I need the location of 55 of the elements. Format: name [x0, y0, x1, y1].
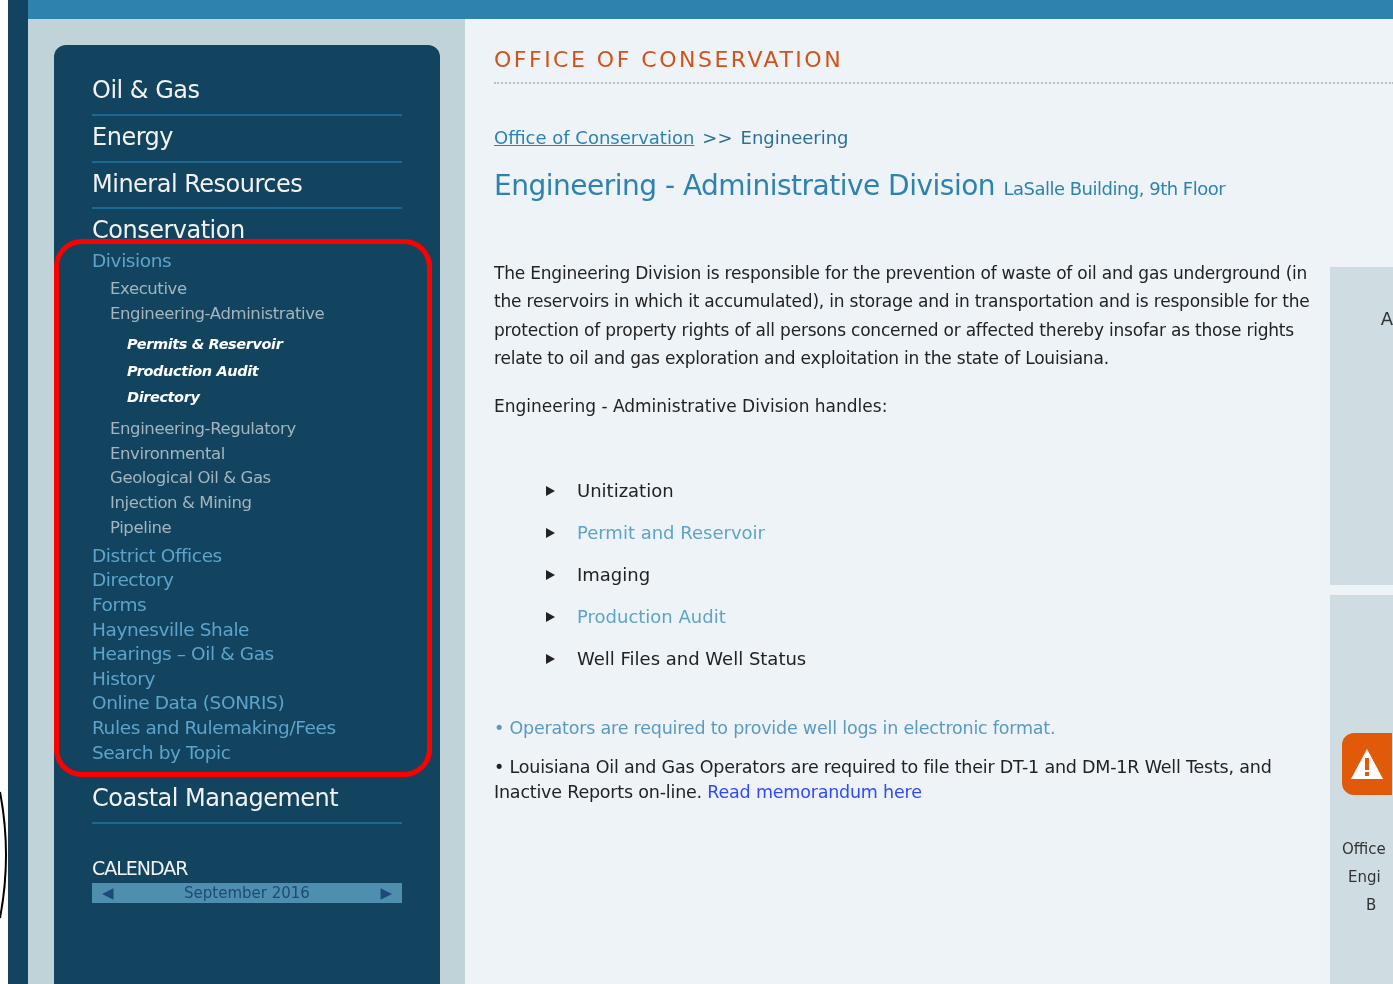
sidebar-sublink[interactable]: Engineering-Regulatory: [92, 416, 402, 442]
bullet-icon: [546, 485, 555, 496]
calendar-title: CALENDAR: [92, 856, 189, 881]
sidebar-subsublink[interactable]: Permits & Reservoir: [92, 331, 402, 358]
sidebar-link[interactable]: Rules and Rulemaking/Fees: [92, 716, 402, 741]
sidebar-sublink[interactable]: Geological Oil & Gas: [92, 466, 402, 492]
calendar-month: September 2016: [184, 882, 310, 903]
sidebar-section-link[interactable]: Oil & Gas: [92, 69, 402, 116]
panel-text: Office: [1342, 839, 1387, 860]
sidebar-link[interactable]: Divisions: [92, 249, 402, 274]
page-heading: Engineering - Administrative Division: [494, 169, 996, 202]
sidebar-sublink[interactable]: Engineering-Administrative: [92, 301, 402, 327]
memorandum-link[interactable]: Read memorandum here: [707, 781, 922, 802]
breadcrumb-separator: >>: [702, 126, 733, 150]
handles-item: Well Files and Well Status: [577, 647, 807, 672]
sidebar-subsublink[interactable]: Directory: [92, 384, 402, 411]
prev-month-button[interactable]: ◀: [102, 882, 114, 903]
sidebar-link[interactable]: Forms: [92, 593, 402, 618]
sidebar-sublink[interactable]: Pipeline: [92, 516, 402, 541]
bullet-icon: [546, 611, 555, 622]
handles-link[interactable]: Production Audit: [577, 603, 726, 631]
handles-item: Imaging: [577, 563, 651, 588]
notice-link[interactable]: • Operators are required to provide well logs in electronic format.: [494, 715, 1320, 741]
bullet-icon: [546, 527, 555, 538]
sidebar-link[interactable]: Search by Topic: [92, 740, 402, 766]
sidebar-link[interactable]: Hearings – Oil & Gas: [92, 642, 402, 667]
bullet-icon: [546, 569, 555, 580]
panel-text: A: [1380, 308, 1393, 329]
sidebar-link[interactable]: Haynesville Shale: [92, 617, 402, 643]
sidebar-sublink[interactable]: Executive: [92, 276, 402, 302]
sidebar-link[interactable]: History: [92, 666, 402, 692]
handles-link[interactable]: Permit and Reservoir: [577, 519, 765, 547]
location-text: LaSalle Building, 9th Floor: [1003, 178, 1226, 199]
handles-title: Engineering - Administrative Division handles:: [494, 395, 889, 419]
sidebar-link[interactable]: District Offices: [92, 543, 402, 569]
breadcrumb-current: Engineering: [740, 126, 849, 150]
sidebar-link[interactable]: Online Data (SONRIS): [92, 691, 402, 716]
handles-item: Unitization: [577, 479, 674, 504]
warning-icon: [1342, 733, 1392, 795]
next-month-button[interactable]: ▶: [380, 882, 392, 903]
notice-text: • Louisiana Oil and Gas Operators are required to file their DT-1 and DM-1R Well Tests, and Inactive Reports on-line. Read memorandum here: [494, 755, 1273, 804]
panel-text: B: [1365, 895, 1378, 916]
sidebar-sublink[interactable]: Environmental: [92, 441, 402, 467]
sidebar-section-link[interactable]: Coastal Management: [92, 777, 402, 824]
sidebar-section-link[interactable]: Energy: [92, 115, 402, 163]
sidebar-section-link[interactable]: Mineral Resources: [92, 162, 402, 210]
bullet-icon: [546, 653, 555, 664]
sidebar-sublink[interactable]: Injection & Mining: [92, 491, 402, 517]
section-title: OFFICE OF CONSERVATION: [494, 43, 1393, 84]
sidebar-link[interactable]: Directory: [92, 568, 402, 594]
breadcrumb-link[interactable]: Office of Conservation: [494, 124, 695, 151]
sidebar-subsublink[interactable]: Production Audit: [92, 357, 402, 385]
intro-paragraph: The Engineering Division is responsible for the prevention of waste of oil and gas underground (in the reservoirs in which it accumulated), in storage and in transportation and is responsible for the protection of property rights of all persons concerned or affected thereby insofar as those rights relate to oil and gas exploration and exploitation in the state of Louisiana.: [494, 262, 1311, 370]
sidebar-section-link[interactable]: Conservation: [92, 209, 402, 246]
panel-text: Engi: [1347, 867, 1382, 888]
